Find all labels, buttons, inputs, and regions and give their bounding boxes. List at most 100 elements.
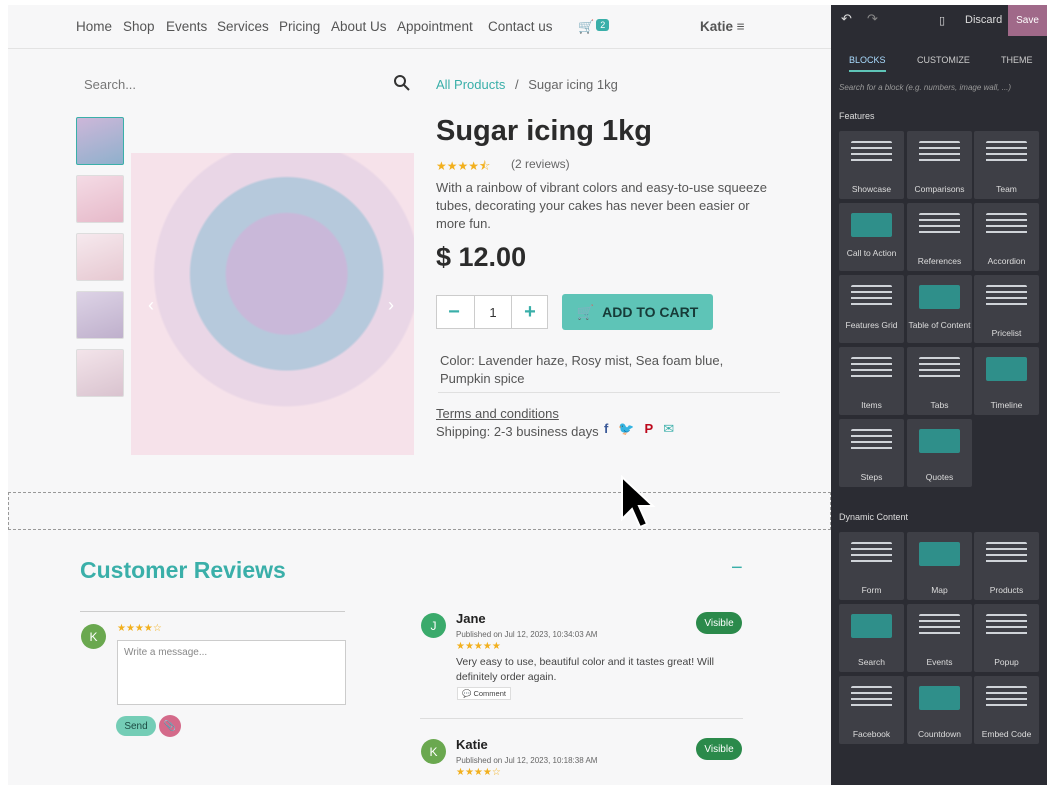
block-tabs[interactable]: Tabs [907,347,972,415]
review-stars: ★★★★☆ [456,767,501,778]
nav-services[interactable]: Services [217,19,269,34]
paperclip-icon[interactable]: 📎 [159,715,181,737]
block-products[interactable]: Products [974,532,1039,600]
block-preview-icon [986,614,1027,638]
thumbnail-4[interactable] [76,291,124,339]
divider [438,392,780,393]
block-references[interactable]: References [907,203,972,271]
block-drop-zone[interactable] [8,492,831,530]
block-pricelist[interactable]: Pricelist [974,275,1039,343]
block-preview-icon [851,285,892,309]
minus-icon[interactable]: − [437,296,471,328]
search-input[interactable]: Search... [84,77,136,92]
breadcrumb-separator: / [515,77,519,92]
user-menu[interactable]: Katie ≡ [700,19,745,34]
block-preview-icon [986,141,1027,165]
thumbnail-1[interactable] [76,117,124,165]
block-countdown[interactable]: Countdown [907,676,972,744]
block-label: Timeline [990,400,1023,410]
mobile-preview-icon[interactable]: ▯ [939,14,945,27]
cart-button[interactable]: 🛒 2 [578,19,610,35]
product-thumbnails [76,117,124,407]
block-preview-icon [919,357,960,381]
chevron-left-icon[interactable]: ‹ [148,295,154,316]
block-search[interactable]: Search [839,604,904,672]
rating-input-stars[interactable]: ★★★★☆ [117,623,162,634]
block-steps[interactable]: Steps [839,419,904,487]
nav-home[interactable]: Home [76,19,112,34]
block-label: Popup [994,657,1019,667]
thumbnail-3[interactable] [76,233,124,281]
tab-blocks[interactable]: BLOCKS [849,55,886,72]
block-embed-code[interactable]: Embed Code [974,676,1039,744]
email-icon[interactable]: ✉ [663,421,674,437]
review-message-input[interactable]: Write a message... [117,640,346,705]
editor-toolbar: ↶ ↷ ▯ Discard Save [831,5,1047,37]
save-button[interactable]: Save [1008,5,1047,36]
terms-link[interactable]: Terms and conditions [436,406,559,421]
plus-icon[interactable]: + [513,296,547,328]
avatar: K [81,624,106,649]
block-features-grid[interactable]: Features Grid [839,275,904,343]
tab-customize[interactable]: CUSTOMIZE [917,55,970,65]
collapse-icon[interactable]: − [731,557,743,580]
thumbnail-2[interactable] [76,175,124,223]
block-timeline[interactable]: Timeline [974,347,1039,415]
search-icon[interactable] [392,73,412,93]
product-rating-stars: ★★★★⯪ [436,159,491,173]
share-links: f 🐦 P ✉ [604,421,674,437]
quantity-input[interactable]: 1 [474,296,512,328]
nav-appointment[interactable]: Appointment [397,19,473,34]
block-preview-icon [919,213,960,237]
undo-icon[interactable]: ↶ [841,11,852,27]
nav-about-us[interactable]: About Us [331,19,387,34]
pinterest-icon[interactable]: P [645,421,654,437]
block-preview-icon [851,686,892,710]
shipping-info: Shipping: 2-3 business days [436,424,599,439]
breadcrumb: All Products / Sugar icing 1kg [436,77,618,92]
twitter-icon[interactable]: 🐦 [618,421,634,437]
nav-pricing[interactable]: Pricing [279,19,320,34]
product-search-box[interactable]: Search... [76,69,416,99]
cart-count-badge: 2 [596,19,610,31]
nav-shop[interactable]: Shop [123,19,155,34]
cart-icon: 🛒 [578,19,595,34]
product-review-count[interactable]: (2 reviews) [511,157,570,171]
block-map[interactable]: Map [907,532,972,600]
nav-events[interactable]: Events [166,19,207,34]
block-call-to-action[interactable]: Call to Action [839,203,904,271]
block-preview-icon [919,542,960,566]
visibility-badge[interactable]: Visible [696,738,742,760]
block-preview-icon [986,686,1027,710]
add-to-cart-button[interactable]: 🛒 ADD TO CART [562,294,713,330]
tab-theme[interactable]: THEME [1001,55,1033,65]
block-items[interactable]: Items [839,347,904,415]
block-preview-icon [986,213,1027,237]
block-popup[interactable]: Popup [974,604,1039,672]
block-form[interactable]: Form [839,532,904,600]
thumbnail-5[interactable] [76,349,124,397]
block-team[interactable]: Team [974,131,1039,199]
send-button[interactable]: Send [116,716,156,736]
visibility-badge[interactable]: Visible [696,612,742,634]
block-preview-icon [986,542,1027,566]
discard-button[interactable]: Discard [965,14,1002,26]
block-label: Search [858,657,885,667]
block-preview-icon [919,614,960,638]
block-quotes[interactable]: Quotes [907,419,972,487]
block-facebook[interactable]: Facebook [839,676,904,744]
facebook-icon[interactable]: f [604,421,608,437]
block-search-input[interactable]: Search for a block (e.g. numbers, image … [839,83,1011,92]
block-showcase[interactable]: Showcase [839,131,904,199]
block-comparisons[interactable]: Comparisons [907,131,972,199]
comment-button[interactable]: 💬 Comment [457,687,511,700]
nav-contact-us[interactable]: Contact us [488,19,553,34]
product-description: With a rainbow of vibrant colors and eas… [436,180,767,231]
block-events[interactable]: Events [907,604,972,672]
block-table-of-content[interactable]: Table of Content [907,275,972,343]
breadcrumb-all-products[interactable]: All Products [436,77,505,92]
divider [420,718,743,719]
block-accordion[interactable]: Accordion [974,203,1039,271]
redo-icon[interactable]: ↷ [867,11,878,27]
chevron-right-icon[interactable]: › [388,295,394,316]
